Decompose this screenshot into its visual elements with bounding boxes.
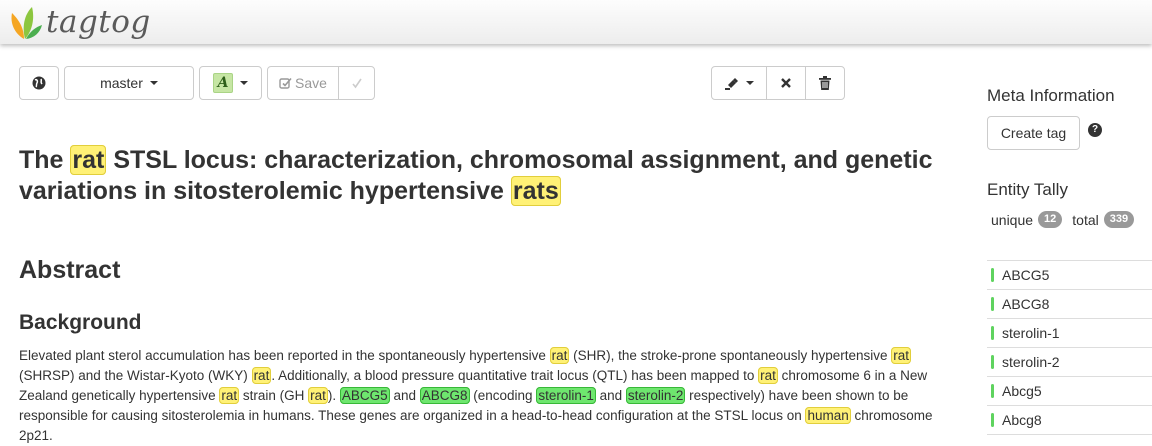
- entity-list-item[interactable]: ABCG8: [987, 290, 1152, 319]
- confirm-button[interactable]: [338, 66, 375, 100]
- abstract-paragraph: Elevated plant sterol accumulation has b…: [19, 346, 939, 446]
- entity-annotation[interactable]: rats: [510, 176, 561, 206]
- entity-list-item[interactable]: Abcg8: [987, 406, 1152, 435]
- entity-label: sterolin-2: [1002, 354, 1060, 370]
- entity-annotation[interactable]: rat: [758, 367, 778, 384]
- close-icon: [781, 78, 791, 88]
- entity-tally-heading: Entity Tally: [987, 180, 1068, 199]
- entity-annotation[interactable]: sterolin-2: [625, 387, 686, 404]
- text-segment: strain (GH: [239, 388, 309, 403]
- entity-annotation[interactable]: sterolin-1: [536, 387, 596, 404]
- title-text: STSL locus: characterization, chromosoma…: [19, 146, 933, 205]
- globe-icon: [32, 76, 46, 90]
- branch-label: master: [100, 75, 143, 91]
- entity-annotation[interactable]: rat: [70, 145, 107, 175]
- unique-label: unique: [991, 211, 1034, 228]
- text-segment: (encoding: [469, 388, 537, 403]
- save-label: Save: [295, 75, 327, 91]
- total-count-badge: 339: [1103, 211, 1135, 228]
- entity-list-item[interactable]: Abcg5: [987, 377, 1152, 406]
- entity-label: Abcg5: [1002, 383, 1042, 399]
- trash-icon: [819, 76, 831, 90]
- entity-annotation[interactable]: rat: [219, 387, 240, 404]
- entity-annotation[interactable]: human: [805, 407, 851, 424]
- entity-annotation[interactable]: rat: [549, 347, 570, 364]
- entity-annotation[interactable]: rat: [308, 387, 328, 404]
- delete-button[interactable]: [805, 66, 845, 100]
- branch-dropdown[interactable]: master: [64, 66, 194, 100]
- text-segment: Elevated plant sterol accumulation has b…: [19, 348, 550, 363]
- background-heading: Background: [19, 311, 142, 334]
- entity-annotation[interactable]: rat: [891, 347, 912, 364]
- text-segment: . Additionally, a blood pressure quantit…: [271, 368, 759, 383]
- total-label: total: [1072, 211, 1099, 228]
- entity-label: sterolin-1: [1002, 325, 1060, 341]
- entity-label: Abcg8: [1002, 412, 1042, 428]
- entity-color-bar: [991, 384, 994, 398]
- entity-label: ABCG5: [1002, 267, 1050, 283]
- entity-list-item[interactable]: sterolin-2: [987, 348, 1152, 377]
- text-segment: and: [595, 388, 626, 403]
- entity-list: ABCG5 ABCG8 sterolin-1 sterolin-2 Abcg5 …: [987, 260, 1152, 435]
- globe-button[interactable]: [19, 66, 59, 100]
- entity-annotation[interactable]: ABCG8: [419, 387, 470, 404]
- entity-color-bar: [991, 355, 994, 369]
- help-icon[interactable]: ?: [1088, 123, 1102, 137]
- font-style-icon: A: [212, 73, 234, 93]
- text-segment: ).: [327, 388, 340, 403]
- clear-button[interactable]: [766, 66, 806, 100]
- document-title: The rat STSL locus: characterization, ch…: [19, 145, 939, 207]
- meta-information-heading: Meta Information: [987, 86, 1115, 105]
- highlighter-icon: [724, 78, 738, 90]
- entity-color-bar: [991, 326, 994, 340]
- entity-color-bar: [991, 297, 994, 311]
- edit-check-icon: [279, 77, 292, 89]
- logo-text: tagtog: [46, 4, 151, 40]
- entity-label: ABCG8: [1002, 296, 1050, 312]
- entity-color-bar: [991, 268, 994, 282]
- highlighter-dropdown[interactable]: [711, 66, 767, 100]
- entity-tally-counts: unique 12 total 339: [991, 211, 1135, 228]
- entity-list-item[interactable]: ABCG5: [987, 261, 1152, 290]
- entity-color-bar: [991, 413, 994, 427]
- create-tag-button[interactable]: Create tag: [987, 116, 1080, 150]
- text-segment: (SHRSP) and the Wistar-Kyoto (WKY): [19, 368, 252, 383]
- abstract-heading: Abstract: [19, 256, 121, 284]
- save-button[interactable]: Save: [267, 66, 339, 100]
- chevron-down-icon: [745, 81, 754, 85]
- tagtog-logo[interactable]: tagtog: [8, 2, 151, 42]
- text-segment: (SHR), the stroke-prone spontaneously hy…: [569, 348, 892, 363]
- chevron-down-icon: [149, 81, 158, 85]
- app-header: tagtog: [0, 0, 1152, 44]
- leaf-logo-icon: [11, 7, 42, 39]
- entity-annotation[interactable]: ABCG5: [339, 387, 390, 404]
- entity-annotation[interactable]: rat: [251, 367, 272, 384]
- annotation-style-dropdown[interactable]: A: [199, 66, 262, 100]
- text-segment: and: [389, 388, 420, 403]
- entity-list-item[interactable]: sterolin-1: [987, 319, 1152, 348]
- unique-count-badge: 12: [1038, 211, 1063, 228]
- check-icon: [351, 78, 362, 89]
- chevron-down-icon: [240, 81, 249, 85]
- title-text: The: [19, 146, 71, 174]
